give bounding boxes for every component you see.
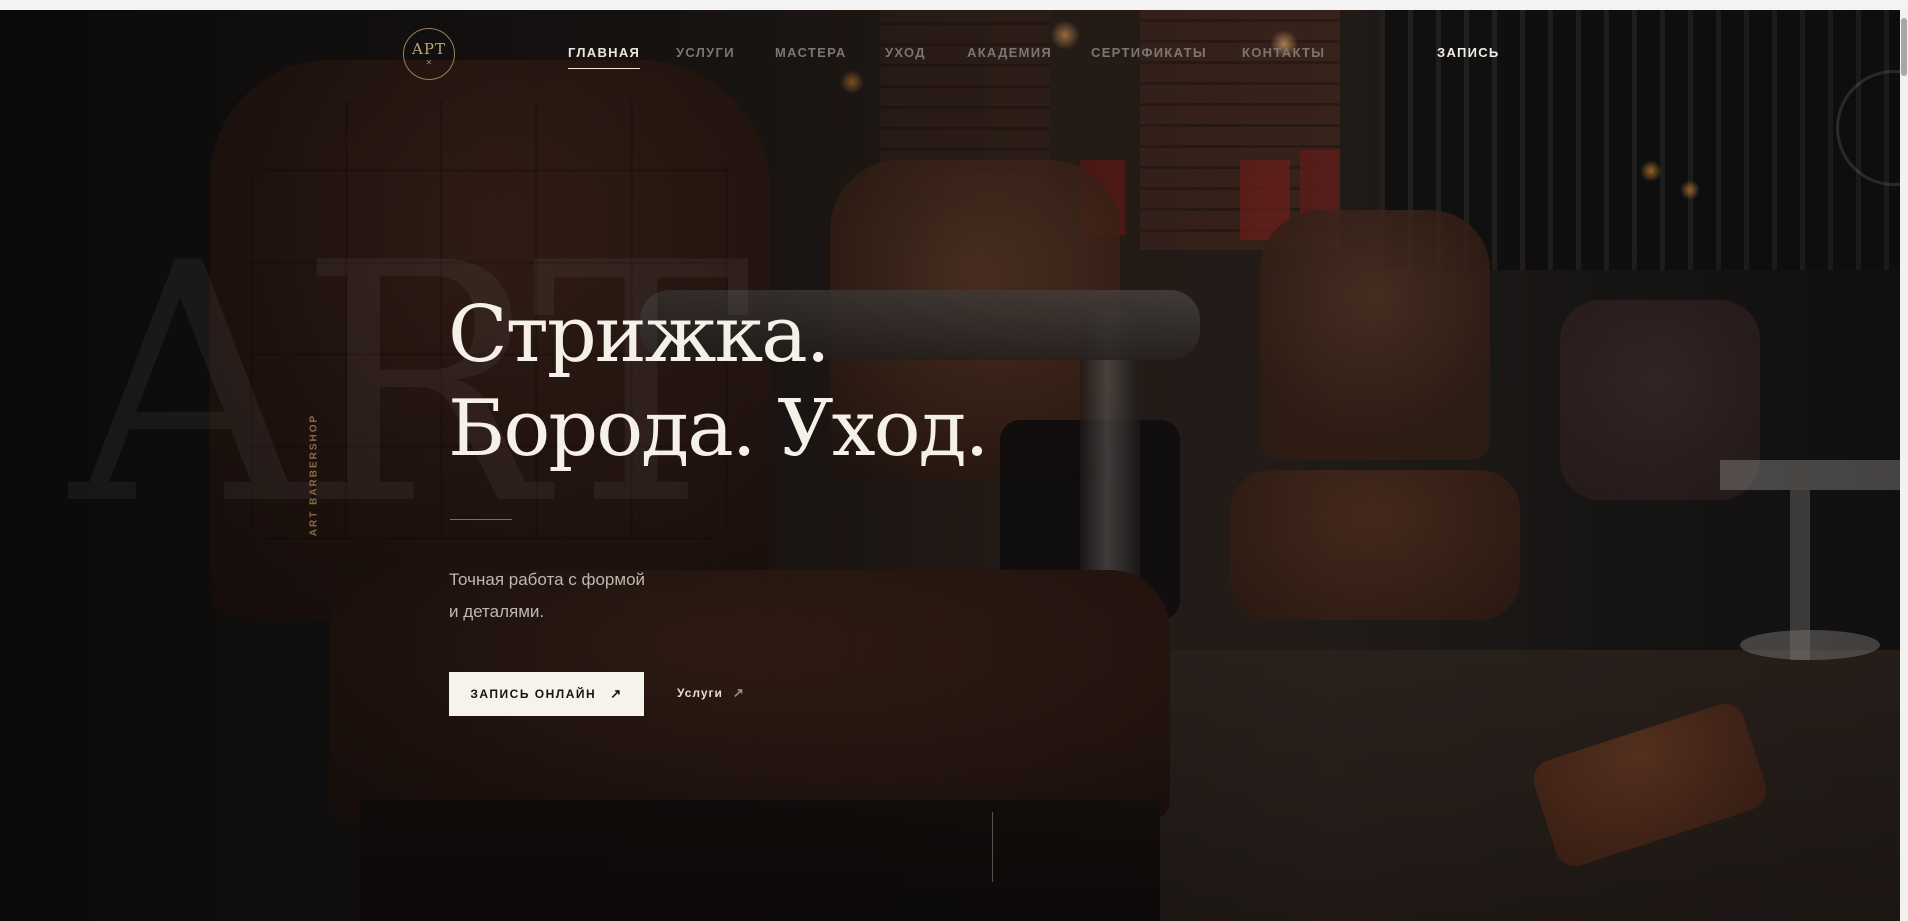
hero-section: ART APT ✕ ГЛАВНАЯ УСЛУГИ МАСТЕРА УХОД АК… xyxy=(0,10,1900,921)
arrow-up-right-icon: ↗ xyxy=(732,685,745,700)
nav-item-care[interactable]: УХОД xyxy=(885,45,926,60)
divider xyxy=(450,519,512,520)
book-online-button[interactable]: ЗАПИСЬ ОНЛАЙН ↗ xyxy=(449,672,644,716)
nav-item-academy[interactable]: АКАДЕМИЯ xyxy=(967,45,1052,60)
logo-mark-icon: ✕ xyxy=(425,57,433,67)
hero-headline: Стрижка. Борода. Уход. xyxy=(448,288,989,476)
book-online-label: ЗАПИСЬ ОНЛАЙН xyxy=(470,687,597,701)
logo-text: APT xyxy=(412,39,446,58)
services-link-label: Услуги xyxy=(677,686,723,700)
scrollbar-thumb[interactable] xyxy=(1901,18,1907,76)
scroll-indicator-line xyxy=(992,812,993,882)
nav-item-services[interactable]: УСЛУГИ xyxy=(676,45,735,60)
nav-item-masters[interactable]: МАСТЕРА xyxy=(775,45,847,60)
header-booking-link[interactable]: ЗАПИСЬ xyxy=(1437,45,1500,60)
lead-line: Точная работа с формой xyxy=(449,570,646,589)
lead-line: и деталями. xyxy=(449,602,545,621)
headline-line: Стрижка. xyxy=(448,290,831,380)
arrow-up-right-icon: ↗ xyxy=(610,686,623,701)
services-link[interactable]: Услуги ↗ xyxy=(677,685,745,701)
nav-item-certificates[interactable]: СЕРТИФИКАТЫ xyxy=(1091,45,1207,60)
scrollbar-track[interactable] xyxy=(1900,10,1908,921)
headline-line: Борода. Уход. xyxy=(448,384,989,474)
nav-item-contacts[interactable]: КОНТАКТЫ xyxy=(1242,45,1325,60)
side-brand-label: ART BARBERSHOP xyxy=(308,413,320,537)
nav-item-home[interactable]: ГЛАВНАЯ xyxy=(568,45,641,69)
logo[interactable]: APT ✕ xyxy=(403,28,455,80)
hero-lead: Точная работа с формой и деталями. xyxy=(449,564,645,628)
